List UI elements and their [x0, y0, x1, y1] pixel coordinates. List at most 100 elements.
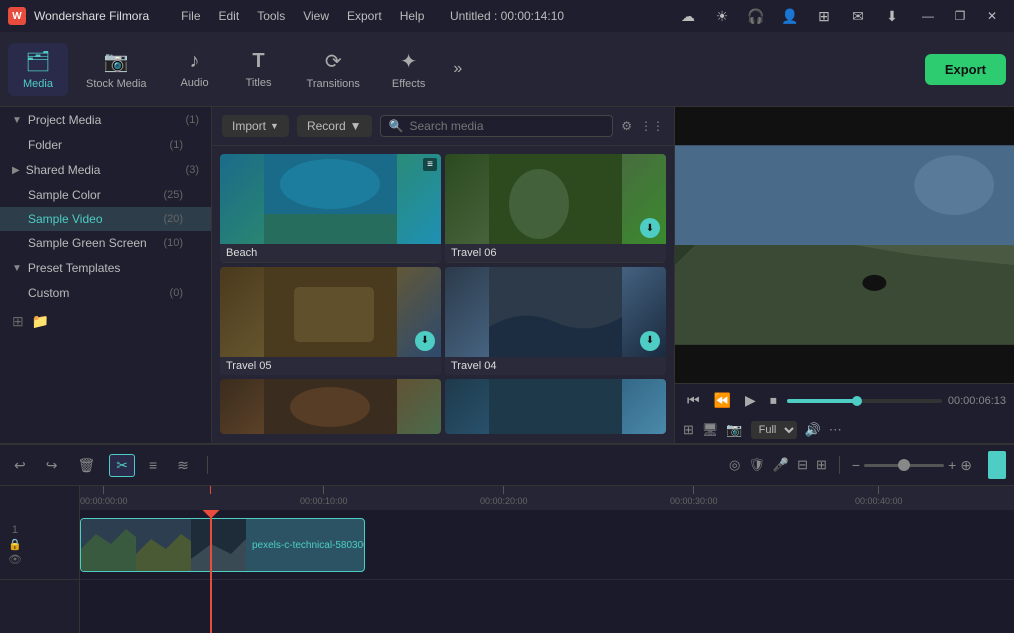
track-eye-icon[interactable]: 👁: [8, 553, 22, 566]
close-button[interactable]: ✕: [978, 5, 1006, 27]
quality-select[interactable]: Full 1/2 1/4: [751, 421, 797, 439]
media-card-travel04[interactable]: ⬇ Travel 04: [445, 267, 666, 376]
tool-transitions[interactable]: ⟳ Transitions: [293, 43, 374, 96]
tool-stock-media[interactable]: 📷 Stock Media: [72, 43, 161, 96]
tool-audio[interactable]: ♪ Audio: [165, 44, 225, 95]
play-button[interactable]: ▶: [741, 390, 760, 411]
clip-thumbnail-1: [81, 519, 136, 571]
menu-view[interactable]: View: [295, 7, 337, 25]
preview-monitor-icon[interactable]: 🖥: [702, 422, 719, 438]
sidebar-item-preset-templates[interactable]: ▼ Preset Templates: [0, 255, 211, 281]
timeline-toolbar: ↩ ↪ 🗑 ✂ ≡ ≋ ◎ 🛡 🎤 ⊟ ⊞ − + ⊕: [0, 445, 1014, 486]
preview-camera-icon[interactable]: 📷: [726, 422, 742, 438]
sidebar-item-shared-media[interactable]: ▶ Shared Media (3): [0, 157, 211, 183]
record-button[interactable]: Record ▼: [297, 115, 372, 137]
sun-icon[interactable]: ☀: [708, 5, 736, 27]
sidebar-item-sample-green[interactable]: Sample Green Screen (10): [0, 231, 211, 255]
zoom-out-button[interactable]: −: [852, 457, 860, 473]
left-panel: ▼ Project Media (1) Folder (1) ▶ Shared …: [0, 107, 212, 443]
preview-volume-icon[interactable]: 🔊: [805, 422, 821, 438]
media-card-travel05[interactable]: ⬇ Travel 05: [220, 267, 441, 376]
search-input[interactable]: [409, 119, 604, 133]
download-icon[interactable]: ⬇: [878, 5, 906, 27]
media-card-beach[interactable]: ≡ Beach: [220, 154, 441, 263]
rewind-button[interactable]: ⏮: [683, 390, 704, 411]
menu-export[interactable]: Export: [339, 7, 390, 25]
media-card-travel06[interactable]: ⬇ Travel 06: [445, 154, 666, 263]
travel04-thumbnail: ⬇: [445, 267, 666, 357]
user-icon[interactable]: 👤: [776, 5, 804, 27]
export-button[interactable]: Export: [925, 54, 1006, 85]
import-folder-icon[interactable]: 📁: [32, 313, 49, 330]
tl-shield-icon[interactable]: 🛡: [748, 457, 765, 473]
clip-thumbnail-2: [136, 519, 191, 571]
zoom-in-button[interactable]: +: [948, 457, 956, 473]
sidebar-item-sample-video[interactable]: Sample Video (20): [0, 207, 211, 231]
headphone-icon[interactable]: 🎧: [742, 5, 770, 27]
media-card-extra1[interactable]: [220, 379, 441, 434]
settings-button[interactable]: ≡: [143, 455, 163, 475]
track-number: 1: [12, 524, 18, 536]
playhead[interactable]: [210, 510, 212, 633]
undo-button[interactable]: ↩: [8, 455, 32, 476]
preview-more-icon[interactable]: ⋯: [829, 422, 842, 438]
step-back-button[interactable]: ⏪: [710, 390, 735, 411]
sidebar-item-folder[interactable]: Folder (1): [0, 133, 211, 157]
menu-help[interactable]: Help: [392, 7, 433, 25]
mail-icon[interactable]: ✉: [844, 5, 872, 27]
maximize-button[interactable]: ❐: [946, 5, 974, 27]
timeline-clip[interactable]: pexels-c-technical-5803061: [80, 518, 365, 572]
menu-edit[interactable]: Edit: [211, 7, 248, 25]
minimize-button[interactable]: —: [914, 5, 942, 27]
tl-pip-icon[interactable]: ⊞: [816, 457, 827, 473]
new-folder-icon[interactable]: ⊞: [12, 313, 24, 330]
cloud-icon[interactable]: ☁: [674, 5, 702, 27]
beach-thumbnail: ≡: [220, 154, 441, 244]
extra1-thumbnail: [220, 379, 441, 434]
preview-panel: ⏮ ⏪ ▶ ⏹ 00:00:06:13 ⊞ 🖥 📷 Full 1/2 1/4 🔊…: [674, 107, 1014, 443]
media-card-extra2[interactable]: [445, 379, 666, 434]
timeline-tracks: pexels-c-technical-5803061: [80, 510, 1014, 633]
delete-button[interactable]: 🗑: [71, 455, 101, 476]
preview-controls: ⏮ ⏪ ▶ ⏹ 00:00:06:13: [675, 383, 1014, 417]
tl-mic-icon[interactable]: 🎤: [773, 457, 789, 473]
travel04-overlay-icon: ⬇: [640, 331, 660, 351]
preview-screen-icon[interactable]: ⊞: [683, 422, 694, 438]
record-dropdown-arrow: ▼: [350, 119, 362, 133]
track-lock-icon[interactable]: 🔒: [8, 538, 22, 551]
sidebar-item-sample-color[interactable]: Sample Color (25): [0, 183, 211, 207]
media-icon: 🗂: [25, 49, 50, 74]
tl-circle-icon[interactable]: ◎: [729, 457, 740, 473]
grid-icon[interactable]: ⊞: [810, 5, 838, 27]
zoom-add-button[interactable]: ⊕: [960, 457, 972, 474]
audio-wave-button[interactable]: ≋: [171, 455, 195, 476]
stop-button[interactable]: ⏹: [766, 390, 781, 411]
zoom-slider[interactable]: [864, 464, 944, 467]
grid-view-icon[interactable]: ⋮⋮: [640, 119, 664, 133]
sidebar-item-custom[interactable]: Custom (0): [0, 281, 211, 305]
travel05-overlay-icon: ⬇: [415, 331, 435, 351]
zoom-controls: − + ⊕: [852, 457, 972, 474]
cut-button[interactable]: ✂: [109, 454, 135, 477]
filter-icon[interactable]: ⚙: [621, 119, 632, 133]
menu-tools[interactable]: Tools: [249, 7, 293, 25]
timeline-content: 1 🔒 👁: [0, 510, 1014, 633]
progress-bar[interactable]: [787, 399, 942, 403]
import-button[interactable]: Import ▼: [222, 115, 289, 137]
titles-label: Titles: [246, 77, 272, 89]
toolbar-more[interactable]: »: [443, 60, 472, 78]
tl-captions-icon[interactable]: ⊟: [797, 457, 808, 473]
preview-extra-controls: ⊞ 🖥 📷 Full 1/2 1/4 🔊 ⋯: [675, 417, 1014, 443]
header-icons: ☁ ☀ 🎧 👤 ⊞ ✉ ⬇: [674, 5, 906, 27]
main-toolbar: 🗂 Media 📷 Stock Media ♪ Audio T Titles ⟳…: [0, 32, 1014, 107]
track-row-1: pexels-c-technical-5803061: [80, 510, 1014, 580]
tool-titles[interactable]: T Titles: [229, 44, 289, 95]
tool-media[interactable]: 🗂 Media: [8, 43, 68, 96]
search-box[interactable]: 🔍: [380, 115, 614, 137]
menu-file[interactable]: File: [173, 7, 208, 25]
expand-icon: ▼: [12, 115, 22, 126]
travel06-label: Travel 06: [445, 244, 666, 262]
sidebar-item-project-media[interactable]: ▼ Project Media (1): [0, 107, 211, 133]
tool-effects[interactable]: ✦ Effects: [378, 43, 439, 96]
redo-button[interactable]: ↪: [40, 455, 64, 476]
